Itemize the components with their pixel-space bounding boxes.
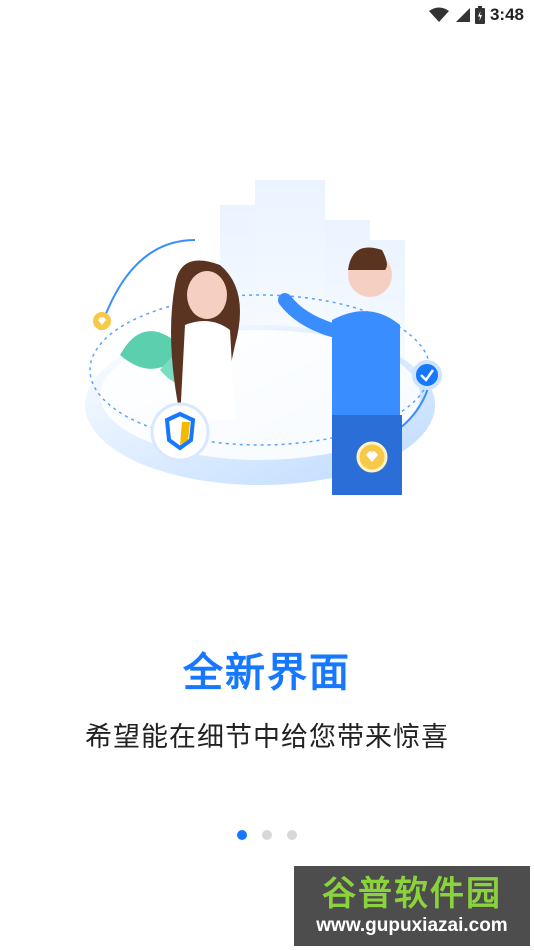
page-indicator — [0, 830, 534, 840]
watermark-logo: 谷普软件园 www.gupuxiazai.com — [294, 866, 530, 946]
onboarding-title: 全新界面 — [183, 650, 351, 696]
onboarding-subtitle: 希望能在细节中给您带来惊喜 — [85, 722, 449, 753]
watermark-url: www.gupuxiazai.com — [316, 915, 508, 936]
watermark-title: 谷普软件园 — [322, 874, 502, 914]
wifi-icon — [428, 7, 449, 22]
page-dot-2[interactable] — [262, 830, 272, 840]
cell-signal-icon — [455, 8, 470, 22]
status-bar: 3:48 — [0, 0, 534, 30]
people-shaking-hands-illustration — [70, 170, 450, 510]
battery-icon — [474, 6, 485, 24]
page-dot-3[interactable] — [287, 830, 297, 840]
page-dot-1-active[interactable] — [237, 830, 247, 840]
status-time: 3:48 — [489, 5, 524, 24]
